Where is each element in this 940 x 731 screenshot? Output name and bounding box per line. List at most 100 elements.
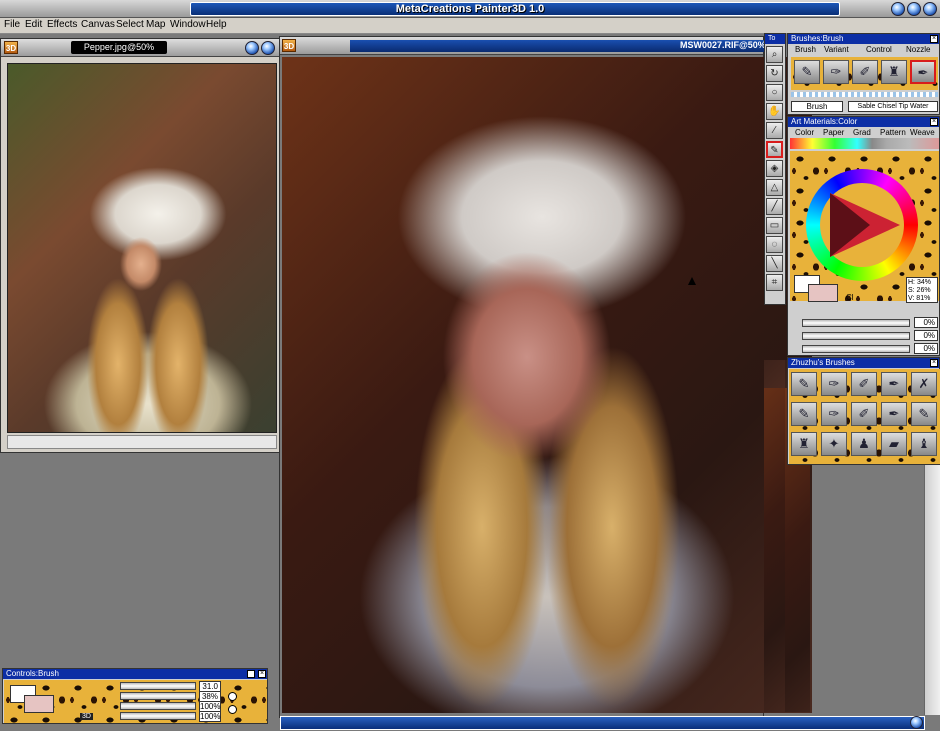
custom-brush-4[interactable]: ✒ <box>881 372 907 396</box>
pepper-image[interactable] <box>7 63 277 433</box>
brush-icon-4: ✒ <box>888 376 900 391</box>
custom-brush-13[interactable]: ♟ <box>851 432 877 456</box>
color-slider-2[interactable] <box>802 332 910 340</box>
menu-canvas[interactable]: Canvas <box>81 19 115 30</box>
scroll-corner-button[interactable] <box>910 716 923 729</box>
brush-icon-3: ✐ <box>858 376 870 391</box>
tab-color[interactable]: Color <box>795 128 814 137</box>
tab-pattern[interactable]: Pattern <box>880 128 906 137</box>
paint-bucket-tool[interactable]: ◈ <box>766 160 783 177</box>
brush-variant-field[interactable]: Sable Chisel Tip Water <box>848 101 938 112</box>
tab-brush[interactable]: Brush <box>795 45 816 54</box>
brushes-close-icon[interactable]: × <box>930 35 938 43</box>
custom-brush-9[interactable]: ✒ <box>881 402 907 426</box>
custom-brush-12[interactable]: ✦ <box>821 432 847 456</box>
size-slider[interactable] <box>120 682 196 690</box>
custom-brush-14[interactable]: ▰ <box>881 432 907 456</box>
brushes-panel-title: Brushes:Brush <box>788 34 939 44</box>
menu-effects[interactable]: Effects <box>47 19 77 30</box>
color-slider-1-value[interactable]: 0% <box>914 317 938 328</box>
pepper-maximize-button[interactable] <box>261 41 275 55</box>
lasso-icon: ◌ <box>771 239 778 250</box>
custom-brush-15[interactable]: ♝ <box>911 432 937 456</box>
tab-weave[interactable]: Weave <box>910 128 935 137</box>
painting-canvas[interactable] <box>282 57 812 713</box>
tab-grad[interactable]: Grad <box>853 128 871 137</box>
pepper-title-bar[interactable]: 3D Pepper.jpg@50% <box>1 39 279 57</box>
custom-brush-2[interactable]: ✑ <box>821 372 847 396</box>
art-materials-title: Art Materials:Color <box>788 117 939 127</box>
menu-map[interactable]: Map <box>146 19 165 30</box>
lasso-tool[interactable]: ◌ <box>766 236 783 253</box>
pepper-minimize-button[interactable] <box>245 41 259 55</box>
controls-title: Controls:Brush <box>3 669 267 679</box>
controls-primary-color[interactable] <box>24 695 54 713</box>
brush-slot-3[interactable]: ✐ <box>852 60 878 84</box>
custom-brush-1[interactable]: ✎ <box>791 372 817 396</box>
tab-variant[interactable]: Variant <box>824 45 849 54</box>
line-tool[interactable]: ╲ <box>766 255 783 272</box>
main-title-bar[interactable]: 3D MSW0027.RIF@50% <box>280 37 766 55</box>
dropper-tool[interactable]: ⁄ <box>766 122 783 139</box>
material-swatches[interactable] <box>790 138 939 149</box>
depth-slider[interactable] <box>120 712 196 720</box>
tab-nozzle[interactable]: Nozzle <box>906 45 930 54</box>
brush-tool[interactable]: ✎ <box>766 141 783 158</box>
custom-brush-5[interactable]: ✗ <box>911 372 937 396</box>
custom-brush-10[interactable]: ✎ <box>911 402 937 426</box>
menu-window[interactable]: Window <box>170 19 206 30</box>
tab-paper[interactable]: Paper <box>823 128 844 137</box>
menu-file[interactable]: File <box>4 19 20 30</box>
brush-slot-2[interactable]: ✑ <box>823 60 849 84</box>
brush-slot-1[interactable]: ✎ <box>794 60 820 84</box>
brush-slot-5-selected[interactable]: ✒ <box>910 60 936 84</box>
controls-close-icon[interactable]: × <box>258 670 266 678</box>
crop-tool[interactable]: ⌗ <box>766 274 783 291</box>
horizontal-scrollbar[interactable] <box>280 716 925 730</box>
controls-radio-1[interactable] <box>228 692 237 701</box>
custom-brush-6[interactable]: ✎ <box>791 402 817 426</box>
close-app-button[interactable] <box>923 2 937 16</box>
custom-brush-3[interactable]: ✐ <box>851 372 877 396</box>
maximize-app-button[interactable] <box>907 2 921 16</box>
zoom-tool[interactable]: ○ <box>766 84 783 101</box>
toolbox-tools: ⌕ ↻ ○ ✋ ⁄ ✎ ◈ △ ╱ ▭ ◌ ╲ ⌗ <box>766 46 785 301</box>
art-materials-panel: Art Materials:Color × Color Paper Grad P… <box>787 116 940 356</box>
controls-minimize-icon[interactable] <box>247 670 255 678</box>
color-slider-3-value[interactable]: 0% <box>914 343 938 354</box>
depth-value[interactable]: 100% <box>199 711 221 722</box>
hue-value: H: 34% <box>908 279 931 286</box>
line-icon: ╲ <box>771 258 778 269</box>
primary-color-swatch[interactable] <box>808 284 838 302</box>
tab-control[interactable]: Control <box>866 45 892 54</box>
menu-select[interactable]: Select <box>116 19 144 30</box>
art-materials-tabs: Color Paper Grad Pattern Weave <box>788 128 940 138</box>
zhuzhu-close-icon[interactable]: × <box>930 359 938 367</box>
brush-category-field[interactable]: Brush <box>791 101 843 112</box>
color-slider-1[interactable] <box>802 319 910 327</box>
rectangle-icon: ▭ <box>769 220 780 231</box>
minimize-app-button[interactable] <box>891 2 905 16</box>
opacity-slider[interactable] <box>120 692 196 700</box>
color-slider-2-value[interactable]: 0% <box>914 330 938 341</box>
menu-help[interactable]: Help <box>206 19 227 30</box>
art-materials-close-icon[interactable]: × <box>930 118 938 126</box>
grabber-tool[interactable]: ✋ <box>766 103 783 120</box>
magnifier-tool[interactable]: ⌕ <box>766 46 783 63</box>
pepper-scrollbar[interactable] <box>7 435 277 449</box>
pen-tool[interactable]: ╱ <box>766 198 783 215</box>
shape-tool[interactable]: △ <box>766 179 783 196</box>
custom-brush-7[interactable]: ✑ <box>821 402 847 426</box>
custom-brush-11[interactable]: ♜ <box>791 432 817 456</box>
menu-edit[interactable]: Edit <box>25 19 42 30</box>
grain-slider[interactable] <box>120 702 196 710</box>
controls-body: 31.0 38% 100% 100% 3D <box>4 680 267 723</box>
brush-icon-9: ✒ <box>888 406 900 421</box>
brush-icon-13: ♟ <box>858 436 870 451</box>
rect-select-tool[interactable]: ▭ <box>766 217 783 234</box>
rotate-tool[interactable]: ↻ <box>766 65 783 82</box>
controls-radio-2[interactable] <box>228 705 237 714</box>
brush-slot-4[interactable]: ♜ <box>881 60 907 84</box>
color-slider-3[interactable] <box>802 345 910 353</box>
custom-brush-8[interactable]: ✐ <box>851 402 877 426</box>
